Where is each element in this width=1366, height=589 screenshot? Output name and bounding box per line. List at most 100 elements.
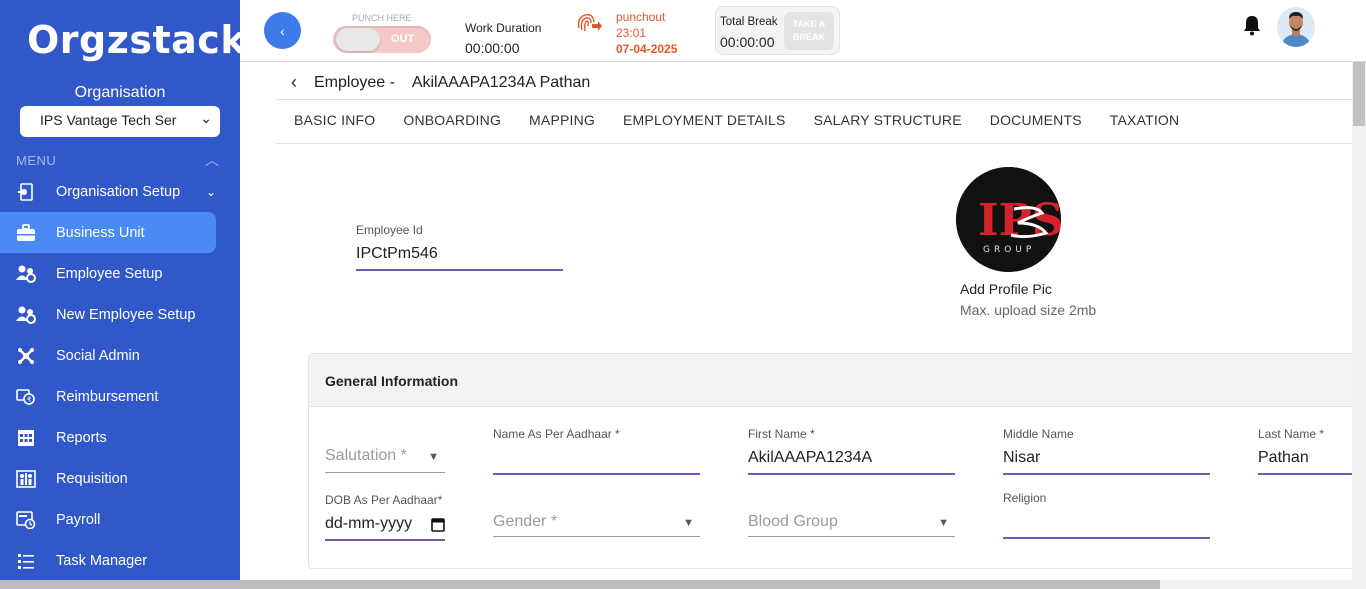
sidebar-item-label: New Employee Setup [56, 306, 196, 323]
punchout-label: punchout [616, 10, 666, 24]
last-name-value: Pathan [1258, 449, 1309, 466]
sidebar-item-label: Payroll [56, 511, 101, 528]
middle-name-value: Nisar [1003, 449, 1041, 466]
sidebar-item-employee-setup[interactable]: Employee Setup [0, 253, 240, 294]
employee-id-label: Employee Id [356, 223, 423, 237]
social-icon [16, 346, 36, 366]
tab-documents[interactable]: DOCUMENTS [990, 112, 1082, 128]
reports-icon [16, 428, 36, 448]
sidebar-item-label: Social Admin [56, 347, 140, 364]
sidebar-item-payroll[interactable]: Payroll [0, 499, 240, 540]
salutation-placeholder: Salutation * [325, 447, 407, 464]
sidebar-item-organisation-setup[interactable]: Organisation Setup ⌄ [0, 171, 240, 212]
gender-placeholder: Gender * [493, 513, 558, 530]
sidebar-item-social-admin[interactable]: Social Admin [0, 335, 240, 376]
bell-icon[interactable] [1242, 14, 1262, 36]
punch-toggle[interactable]: OUT [333, 26, 431, 53]
field-underline [356, 269, 563, 271]
field-underline [1003, 537, 1210, 539]
middle-name-field[interactable]: Middle Name Nisar [1003, 427, 1210, 475]
sidebar: Orgzstack Organisation IPS Vantage Tech … [0, 0, 246, 589]
blood-group-placeholder: Blood Group [748, 513, 838, 530]
religion-value [1003, 513, 1210, 533]
field-underline [325, 539, 445, 541]
app-logo[interactable]: Orgzstack [27, 18, 246, 62]
sidebar-item-label: Requisition [56, 470, 128, 487]
total-break-box: Total Break 00:00:00 TAKE A BREAK [715, 6, 840, 55]
back-arrow-icon[interactable]: ‹ [291, 72, 297, 93]
sidebar-menu: Organisation Setup ⌄ Business Unit Emplo… [0, 171, 240, 581]
organisation-select[interactable]: IPS Vantage Tech Ser ⌄ [20, 106, 220, 137]
tab-taxation[interactable]: TAXATION [1110, 112, 1180, 128]
profile-pic[interactable]: IPS GROUP [956, 167, 1061, 272]
last-name-field[interactable]: Last Name * Pathan [1258, 427, 1352, 475]
divider [276, 99, 1356, 100]
page-title: Employee - AkilAAAPA1234A Pathan [314, 74, 591, 91]
payroll-icon [16, 510, 36, 530]
briefcase-icon [16, 223, 36, 243]
sidebar-item-label: Reimbursement [56, 388, 159, 405]
blood-group-select[interactable]: Blood Group ▼ [748, 513, 955, 537]
field-underline [748, 536, 955, 537]
reimbursement-icon: ₹ [16, 387, 36, 407]
salutation-select[interactable]: Salutation * ▼ [325, 447, 445, 473]
first-name-label: First Name * [748, 427, 815, 441]
tab-employment-details[interactable]: EMPLOYMENT DETAILS [623, 112, 786, 128]
upload-size-hint: Max. upload size 2mb [960, 302, 1097, 318]
menu-label: MENU [16, 153, 57, 168]
field-underline [748, 473, 955, 475]
tab-salary-structure[interactable]: SALARY STRUCTURE [814, 112, 962, 128]
middle-name-label: Middle Name [1003, 427, 1074, 441]
punch-state-label: OUT [391, 33, 415, 45]
tab-basic-info[interactable]: BASIC INFO [294, 112, 375, 128]
first-name-value: AkilAAAPA1234A [748, 449, 873, 466]
dob-label: DOB As Per Aadhaar* [325, 493, 443, 507]
sidebar-item-business-unit[interactable]: Business Unit [0, 212, 216, 253]
dob-field[interactable]: DOB As Per Aadhaar* dd-mm-yyyy [325, 493, 445, 541]
sidebar-item-new-employee-setup[interactable]: New Employee Setup [0, 294, 240, 335]
field-underline [493, 473, 700, 475]
toggle-knob [336, 28, 380, 51]
take-break-button[interactable]: TAKE A BREAK [784, 12, 834, 50]
fingerprint-icon [575, 10, 603, 36]
caret-down-icon: ▼ [428, 451, 439, 463]
caret-down-icon: ▼ [938, 517, 949, 529]
svg-text:₹: ₹ [27, 396, 32, 404]
dob-value: dd-mm-yyyy [325, 515, 445, 535]
religion-label: Religion [1003, 491, 1047, 505]
name-aadhaar-value [493, 449, 700, 469]
first-name-field[interactable]: First Name * AkilAAAPA1234A [748, 427, 955, 475]
sidebar-item-reports[interactable]: Reports [0, 417, 240, 458]
punchout-date: 07-04-2025 [616, 42, 678, 56]
total-break-label: Total Break [720, 16, 778, 28]
field-underline [493, 536, 700, 537]
ips-logo-text: IPS [978, 195, 1061, 246]
tab-onboarding[interactable]: ONBOARDING [403, 112, 501, 128]
scrollbar-thumb[interactable] [1353, 62, 1365, 126]
chevron-up-icon[interactable]: ︿ [205, 150, 219, 170]
sidebar-collapse-button[interactable]: ‹ [264, 12, 301, 49]
add-profile-pic-label[interactable]: Add Profile Pic [960, 281, 1052, 297]
sidebar-item-requisition[interactable]: Requisition [0, 458, 240, 499]
name-aadhaar-field[interactable]: Name As Per Aadhaar * [493, 427, 700, 475]
gender-select[interactable]: Gender * ▼ [493, 513, 700, 537]
field-underline [1003, 473, 1210, 475]
sidebar-item-label: Organisation Setup [56, 183, 181, 200]
sidebar-item-task-manager[interactable]: Task Manager [0, 540, 240, 581]
divider [276, 143, 1356, 144]
field-underline [325, 472, 445, 473]
org-setup-icon [16, 182, 36, 202]
caret-down-icon: ▼ [683, 517, 694, 529]
horizontal-scrollbar[interactable] [0, 580, 1352, 589]
employee-id-field[interactable]: Employee Id IPCtPm546 [356, 223, 563, 271]
scrollbar-thumb[interactable] [0, 580, 1160, 589]
calendar-icon[interactable] [431, 517, 445, 537]
total-break-value: 00:00:00 [720, 34, 775, 50]
vertical-scrollbar[interactable] [1352, 62, 1366, 589]
tab-mapping[interactable]: MAPPING [529, 112, 595, 128]
religion-field[interactable]: Religion [1003, 491, 1210, 539]
user-avatar[interactable] [1277, 7, 1315, 47]
chevron-left-icon: ‹ [280, 22, 285, 39]
sidebar-item-reimbursement[interactable]: ₹ Reimbursement [0, 376, 240, 417]
organisation-label: Organisation [74, 84, 166, 101]
